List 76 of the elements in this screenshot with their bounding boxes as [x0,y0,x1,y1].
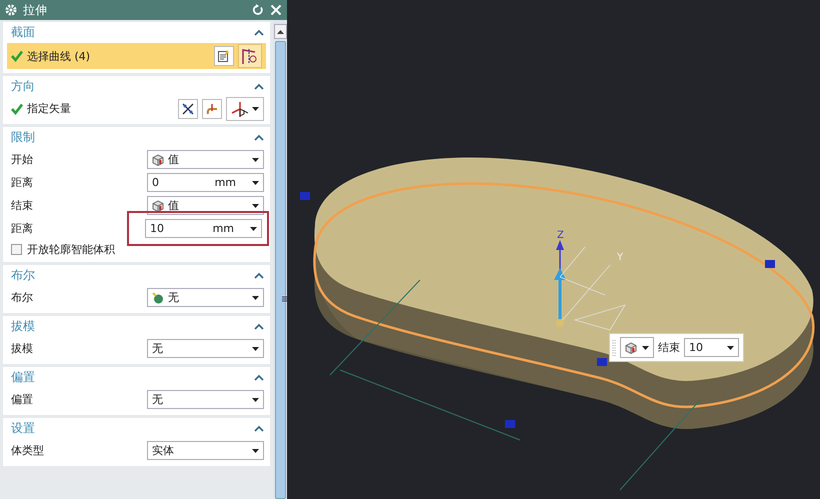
curve-icon [241,47,259,65]
dropdown[interactable]: 无 [147,390,264,409]
caret-icon [252,346,259,350]
cube-icon [152,154,164,166]
axis-button[interactable] [202,98,222,118]
collapse-icon[interactable] [254,272,264,279]
field-label: 距离 [11,175,34,190]
handle-marker [300,192,310,200]
checkbox-label: 开放轮廓智能体积 [27,242,115,256]
section-title: 限制 [11,129,35,146]
cube-icon [152,200,164,212]
section-title: 设置 [11,420,35,437]
dialog-title: 拉伸 [23,2,48,18]
vector-dropdown[interactable] [226,96,264,120]
handle-marker [597,358,607,366]
sketch-icon [217,49,231,63]
caret-icon [252,398,259,402]
axis-label: Z [557,230,564,241]
caret-icon [252,448,259,452]
cube-icon [625,342,637,354]
collapse-icon[interactable] [254,374,264,381]
section-title: 偏置 [11,369,35,386]
section-title: 截面 [11,24,35,41]
dropdown[interactable]: 无 [147,288,264,307]
collapse-icon[interactable] [254,134,264,141]
drag-handle-icon[interactable] [612,338,616,358]
axis-label: Y [617,252,624,263]
caret-icon [252,180,259,184]
grip-icon[interactable] [282,296,288,302]
number-field[interactable]: 0 mm [147,173,264,192]
collapse-icon[interactable] [254,29,264,36]
toolbar-label: 结束 [658,340,680,355]
section-title: 拔模 [11,318,35,335]
collapse-icon[interactable] [254,323,264,330]
caret-icon [252,106,259,110]
collapse-icon[interactable] [254,83,264,90]
checkbox[interactable] [11,244,22,254]
close-icon[interactable] [270,4,282,16]
collapse-icon[interactable] [254,425,264,432]
dropdown[interactable]: 值 [147,150,264,169]
field-label: 体类型 [11,443,45,458]
curve-button[interactable] [238,44,262,68]
caret-icon [727,346,734,350]
field-label: 指定矢量 [27,101,72,116]
scrollbar[interactable] [273,20,287,499]
ball-icon [152,292,164,304]
vector-button[interactable] [178,98,198,118]
reset-icon[interactable] [252,4,264,16]
caret-icon [252,204,259,208]
3d-viewport[interactable]: Z Y 结束 10 [287,0,820,499]
field-label: 拔模 [11,341,34,356]
two-points-icon [181,102,195,116]
handle-marker [765,260,775,268]
settings-icon [5,4,17,16]
caret-icon [642,346,649,350]
selection-row[interactable]: 选择曲线 (4) [7,43,266,69]
curve-axis-icon [205,102,219,116]
field-label: 结束 [11,198,34,213]
type-dropdown[interactable] [620,337,654,358]
up-arrow-icon[interactable] [276,30,284,34]
sketch-button[interactable] [214,46,234,66]
caret-icon [252,296,259,300]
caret-icon [250,226,257,230]
handle-marker [505,420,515,428]
section-title: 布尔 [11,267,35,284]
caret-icon [252,158,259,162]
dropdown[interactable]: 实体 [147,441,264,460]
dropdown[interactable]: 无 [147,339,264,358]
number-field[interactable]: 10 mm [145,219,262,238]
field-label: 开始 [11,152,34,167]
field-label: 距离 [11,221,34,236]
vector-axes-icon [231,100,249,118]
section-title: 方向 [11,78,35,95]
field-label: 偏置 [11,392,34,407]
end-value-field[interactable]: 10 [684,338,739,357]
field-label: 布尔 [11,290,34,305]
